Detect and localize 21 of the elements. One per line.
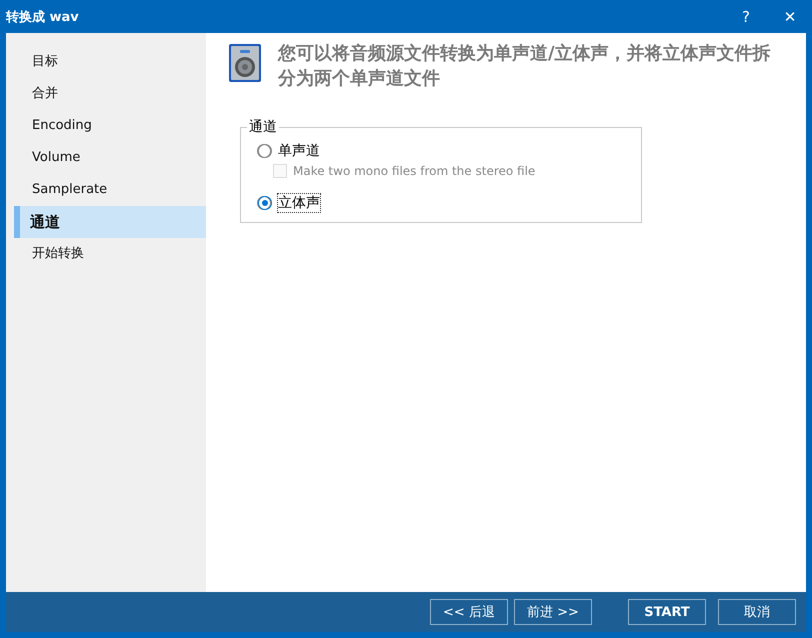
sidebar-item[interactable]: Volume — [14, 142, 206, 174]
option-label: 立体声 — [278, 194, 320, 212]
footer-button[interactable]: 前进 >> — [514, 599, 592, 625]
sidebar-item[interactable]: Samplerate — [14, 174, 206, 206]
sidebar-item[interactable]: 目标 — [14, 46, 206, 78]
sidebar-item[interactable]: 开始转换 — [14, 238, 206, 270]
footer-button[interactable]: 取消 — [718, 599, 796, 625]
sidebar-item[interactable]: 通道 — [14, 206, 206, 238]
description-text: 您可以将音频源文件转换为单声道/立体声，并将立体声文件拆分为两个单声道文件 — [278, 42, 772, 91]
footer-button[interactable]: START — [628, 599, 706, 625]
footer-button[interactable]: << 后退 — [430, 599, 508, 625]
window-title: 转换成 wav — [6, 8, 79, 26]
radio-button[interactable] — [258, 196, 272, 210]
help-button[interactable]: ? — [724, 0, 768, 33]
option-label: 单声道 — [278, 142, 320, 160]
sidebar-item[interactable]: Encoding — [14, 110, 206, 142]
close-button[interactable]: ✕ — [768, 0, 812, 33]
radio-button[interactable] — [258, 144, 272, 158]
speaker-icon — [228, 43, 262, 83]
checkbox-label: Make two mono files from the stereo file — [293, 164, 536, 178]
sidebar-item[interactable]: 合并 — [14, 78, 206, 110]
